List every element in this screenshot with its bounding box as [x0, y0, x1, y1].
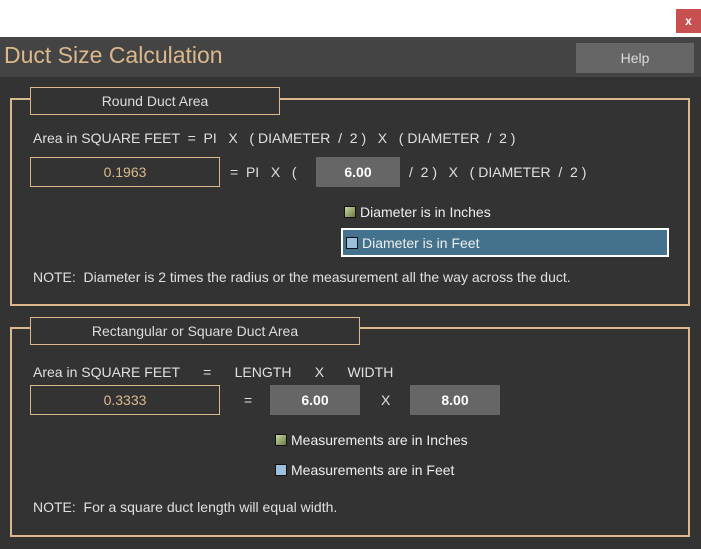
round-formula: Area in SQUARE FEET = PI X ( DIAMETER / … [33, 130, 516, 146]
length-input[interactable]: 6.00 [270, 385, 360, 415]
radio-icon [275, 464, 287, 476]
rect-area-result: 0.3333 [30, 385, 220, 415]
radio-icon [344, 206, 356, 218]
rect-duct-legend: Rectangular or Square Duct Area [30, 317, 360, 345]
option-measure-inches[interactable]: Measurements are in Inches [272, 427, 532, 453]
page-title: Duct Size Calculation [4, 42, 223, 68]
option-label: Diameter is in Feet [362, 235, 480, 251]
rect-x: X [381, 392, 391, 408]
diameter-input[interactable]: 6.00 [316, 157, 400, 187]
rect-note: NOTE: For a square duct length will equa… [33, 499, 338, 515]
round-note: NOTE: Diameter is 2 times the radius or … [33, 269, 571, 285]
option-label: Measurements are in Inches [291, 432, 468, 448]
option-measure-feet[interactable]: Measurements are in Feet [272, 457, 532, 483]
rect-formula: Area in SQUARE FEET = LENGTH X WIDTH [33, 364, 394, 380]
option-diameter-inches[interactable]: Diameter is in Inches [341, 199, 669, 227]
width-input[interactable]: 8.00 [410, 385, 500, 415]
round-eq-post: / 2 ) X ( DIAMETER / 2 ) [409, 164, 587, 180]
round-eq-pre: = PI X ( [230, 164, 297, 180]
help-button[interactable]: Help [576, 43, 694, 73]
round-duct-legend: Round Duct Area [30, 87, 280, 115]
radio-icon [275, 434, 287, 446]
rect-eq: = [244, 392, 253, 408]
round-area-result: 0.1963 [30, 157, 220, 187]
close-button[interactable]: x [676, 9, 701, 33]
option-diameter-feet[interactable]: Diameter is in Feet [341, 228, 669, 257]
option-label: Diameter is in Inches [360, 204, 491, 220]
option-label: Measurements are in Feet [291, 462, 455, 478]
radio-icon [346, 237, 358, 249]
